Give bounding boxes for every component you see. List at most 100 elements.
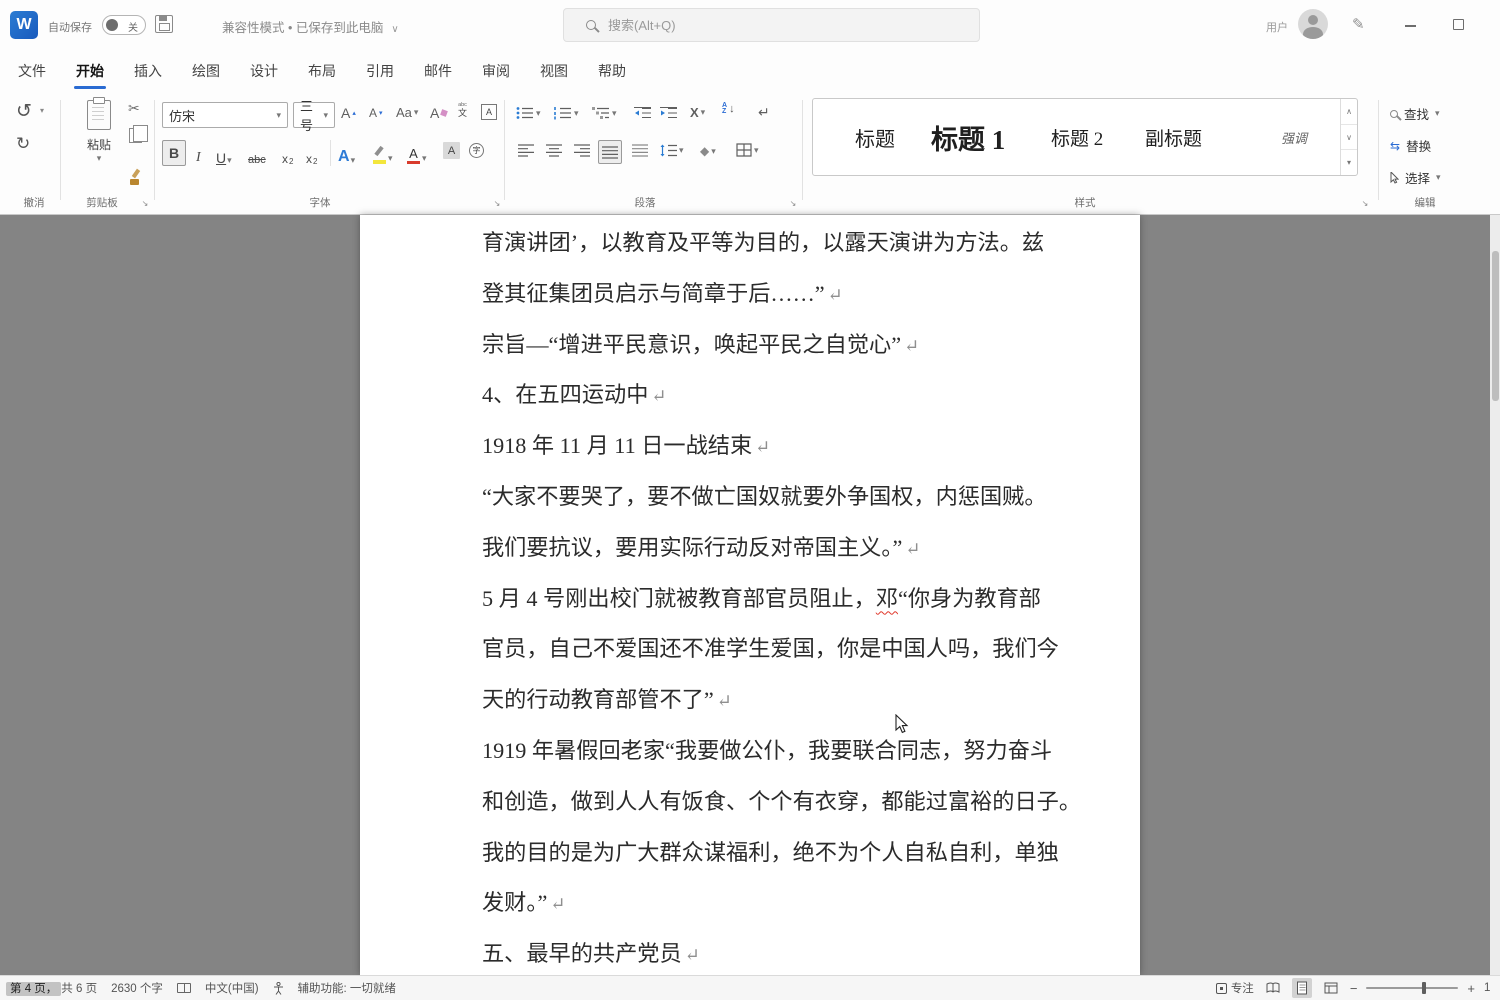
superscript-button[interactable]: x2 [306, 142, 317, 166]
shading-button[interactable]: ◆▾ [700, 144, 716, 158]
clear-formatting-button[interactable]: A [430, 105, 447, 121]
proofing-icon[interactable] [177, 983, 191, 993]
sort-button[interactable]: AZ ↓ [722, 103, 735, 115]
doc-line[interactable]: 发财。”↵ [482, 878, 1042, 929]
doc-line[interactable]: “大家不要哭了，要不做亡国奴就要外争国权，内惩国贼。 [482, 472, 1042, 523]
search-bar[interactable] [563, 8, 980, 42]
style-heading1[interactable]: 标题 1 [931, 99, 1005, 175]
read-mode-button[interactable] [1263, 978, 1283, 998]
format-painter-icon[interactable] [127, 169, 143, 185]
find-button[interactable]: 查找 ▾ [1390, 104, 1440, 123]
language-indicator[interactable]: 中文(中国) [205, 980, 259, 996]
numbered-list-button[interactable]: ▾ [554, 106, 579, 120]
zoom-slider-thumb[interactable] [1422, 982, 1426, 994]
character-shading-button[interactable]: A [443, 142, 460, 159]
document-page[interactable]: 育演讲团’，以教育及平等为目的，以露天演讲为方法。兹 登其征集团员启示与简章于后… [360, 215, 1140, 975]
doc-line[interactable]: 育演讲团’，以教育及平等为目的，以露天演讲为方法。兹 [482, 218, 1042, 269]
tab-mailings[interactable]: 邮件 [422, 50, 454, 92]
shrink-font-button[interactable]: A▾ [369, 106, 383, 120]
doc-line[interactable]: 天的行动教育部管不了”↵ [482, 675, 1042, 726]
doc-line[interactable]: 宗旨—“增进平民意识，唤起平民之自觉心”↵ [482, 320, 1042, 371]
font-color-button[interactable]: A▾ [406, 140, 427, 164]
vertical-scrollbar[interactable] [1490, 215, 1500, 975]
style-subtitle[interactable]: 副标题 [1145, 99, 1202, 175]
distribute-button[interactable] [632, 144, 648, 157]
word-count[interactable]: 2630 个字 [111, 980, 163, 996]
bullet-list-button[interactable]: ▾ [516, 106, 541, 120]
doc-line[interactable]: 官员，自己不爱国还不准学生爱国，你是中国人吗，我们今 [482, 624, 1042, 675]
italic-button[interactable]: I [196, 142, 201, 166]
doc-line[interactable]: 1919 年暑假回老家“我要做公仆，我要联合同志，努力奋斗 [482, 726, 1042, 777]
minimize-button[interactable] [1402, 16, 1420, 34]
undo-dropdown-icon[interactable]: ▾ [40, 106, 44, 115]
paste-button[interactable]: 粘贴 ▾ [74, 96, 124, 184]
tab-insert[interactable]: 插入 [132, 50, 164, 92]
avatar[interactable] [1298, 9, 1328, 39]
doc-line[interactable]: 4、在五四运动中↵ [482, 370, 1042, 421]
tab-design[interactable]: 设计 [248, 50, 280, 92]
enclose-characters-button[interactable]: 字 [469, 143, 484, 158]
underline-button[interactable]: U▾ [216, 142, 232, 166]
show-marks-button[interactable]: ↵ [758, 104, 770, 121]
align-left-button[interactable] [518, 144, 534, 157]
justify-button[interactable] [598, 140, 622, 164]
word-logo-icon[interactable]: W [10, 11, 38, 39]
paragraph-dialog-launcher[interactable]: ↘ [788, 199, 798, 209]
borders-button[interactable]: ▾ [736, 143, 759, 157]
style-title[interactable]: 标题 [855, 99, 895, 175]
font-dialog-launcher[interactable]: ↘ [492, 199, 502, 209]
doc-line[interactable]: 我的目的是为广大群众谋福利，绝不为个人自私自利，单独 [482, 828, 1042, 879]
phonetic-guide-button[interactable]: abc文 [458, 103, 467, 118]
strikethrough-button[interactable]: abc [248, 142, 266, 166]
zoom-slider[interactable] [1366, 987, 1458, 989]
text-effects-button[interactable]: A▾ [338, 142, 355, 166]
tab-help[interactable]: 帮助 [596, 50, 628, 92]
tab-draw[interactable]: 绘图 [190, 50, 222, 92]
style-heading2[interactable]: 标题 2 [1051, 99, 1103, 175]
tab-review[interactable]: 审阅 [480, 50, 512, 92]
redo-icon[interactable]: ↻ [16, 134, 30, 154]
save-icon[interactable] [155, 15, 173, 33]
web-layout-button[interactable] [1321, 978, 1341, 998]
doc-line[interactable]: 5 月 4 号刚出校门就被教育部官员阻止，邓“你身为教育部 [482, 574, 1042, 625]
decrease-indent-button[interactable] [634, 106, 651, 120]
tab-view[interactable]: 视图 [538, 50, 570, 92]
gallery-down-button[interactable]: ∨ [1341, 125, 1357, 151]
misspelled-word[interactable]: 邓 [876, 586, 898, 611]
accessibility-status[interactable]: 辅助功能: 一切就绪 [298, 980, 396, 996]
replace-button[interactable]: ⇆ 替换 [1390, 136, 1431, 155]
grow-font-button[interactable]: A▴ [341, 105, 356, 121]
style-emphasis[interactable]: 强调 [1281, 99, 1307, 175]
multilevel-list-button[interactable]: ▾ [592, 106, 617, 120]
copy-icon[interactable] [129, 128, 142, 143]
cut-icon[interactable]: ✂ [128, 100, 140, 117]
line-spacing-button[interactable]: ▾ [660, 144, 684, 157]
tab-home[interactable]: 开始 [74, 50, 106, 92]
doc-line[interactable]: 登其征集团员启示与简章于后……”↵ [482, 269, 1042, 320]
document-title[interactable]: 兼容性模式 • 已保存到此电脑∨ [222, 17, 399, 36]
change-case-button[interactable]: Aa▾ [396, 105, 418, 120]
search-input[interactable] [608, 18, 938, 33]
gallery-more-button[interactable]: ▾ [1341, 150, 1357, 175]
tab-layout[interactable]: 布局 [306, 50, 338, 92]
scrollbar-thumb[interactable] [1492, 251, 1499, 401]
align-center-button[interactable] [546, 144, 562, 157]
autosave-toggle[interactable]: 关 [102, 15, 146, 35]
doc-line[interactable]: 1918 年 11 月 11 日一战结束↵ [482, 421, 1042, 472]
highlight-button[interactable]: ▾ [372, 140, 393, 164]
align-right-button[interactable] [574, 144, 590, 157]
bold-button[interactable]: B [162, 140, 186, 166]
pen-icon[interactable]: ✎ [1352, 15, 1365, 33]
doc-line[interactable]: 我们要抗议，要用实际行动反对帝国主义。”↵ [482, 523, 1042, 574]
zoom-in-button[interactable]: + [1467, 981, 1475, 996]
zoom-out-button[interactable]: − [1350, 981, 1358, 996]
tab-references[interactable]: 引用 [364, 50, 396, 92]
focus-button[interactable]: 专注 [1216, 980, 1254, 996]
zoom-level[interactable]: 1 [1484, 982, 1498, 994]
restore-button[interactable] [1450, 15, 1468, 33]
doc-line[interactable]: 五、最早的共产党员↵ [482, 929, 1042, 980]
font-size-select[interactable]: 三号▾ [293, 102, 335, 128]
tab-file[interactable]: 文件 [16, 50, 48, 92]
print-layout-button[interactable] [1292, 978, 1312, 998]
increase-indent-button[interactable] [660, 106, 677, 120]
